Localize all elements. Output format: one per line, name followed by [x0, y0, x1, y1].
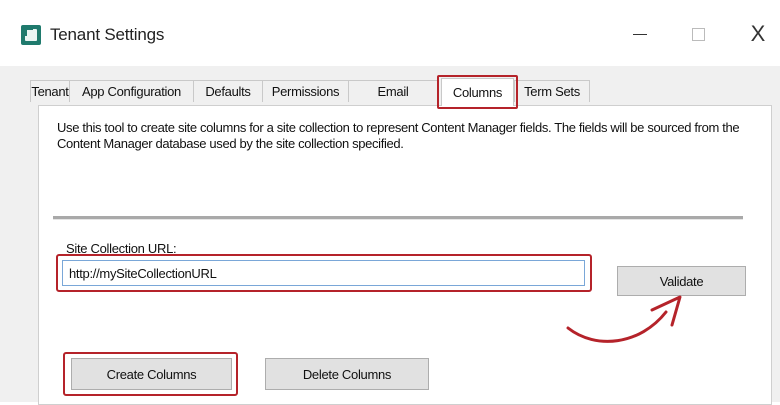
tab-tenant[interactable]: Tenant: [30, 80, 70, 102]
minimize-icon: [633, 33, 647, 35]
tab-app-configuration[interactable]: App Configuration: [69, 80, 194, 102]
title-bar: Tenant Settings X: [0, 0, 780, 66]
columns-panel: Use this tool to create site columns for…: [38, 105, 772, 405]
dialog-body: Tenant App Configuration Defaults Permis…: [0, 66, 780, 405]
create-columns-button[interactable]: Create Columns: [71, 358, 232, 390]
tab-term-sets[interactable]: Term Sets: [514, 80, 590, 102]
window-title: Tenant Settings: [50, 25, 165, 44]
section-divider: [53, 216, 743, 220]
tab-email[interactable]: Email: [348, 80, 438, 102]
close-button[interactable]: X: [738, 20, 778, 48]
site-collection-url-label: Site Collection URL:: [66, 241, 177, 256]
delete-columns-button[interactable]: Delete Columns: [265, 358, 429, 390]
close-icon: X: [750, 21, 766, 46]
maximize-button[interactable]: [678, 20, 718, 48]
tab-columns[interactable]: Columns: [441, 78, 514, 106]
tenant-settings-window: Tenant Settings X Tenant App Configurati…: [0, 0, 780, 405]
maximize-icon: [691, 27, 705, 41]
minimize-button[interactable]: [620, 20, 660, 48]
tab-permissions[interactable]: Permissions: [262, 80, 349, 102]
tab-defaults[interactable]: Defaults: [193, 80, 263, 102]
app-icon: [21, 25, 41, 45]
validate-button[interactable]: Validate: [617, 266, 746, 296]
site-collection-url-input[interactable]: [62, 260, 585, 286]
columns-description: Use this tool to create site columns for…: [57, 120, 740, 151]
